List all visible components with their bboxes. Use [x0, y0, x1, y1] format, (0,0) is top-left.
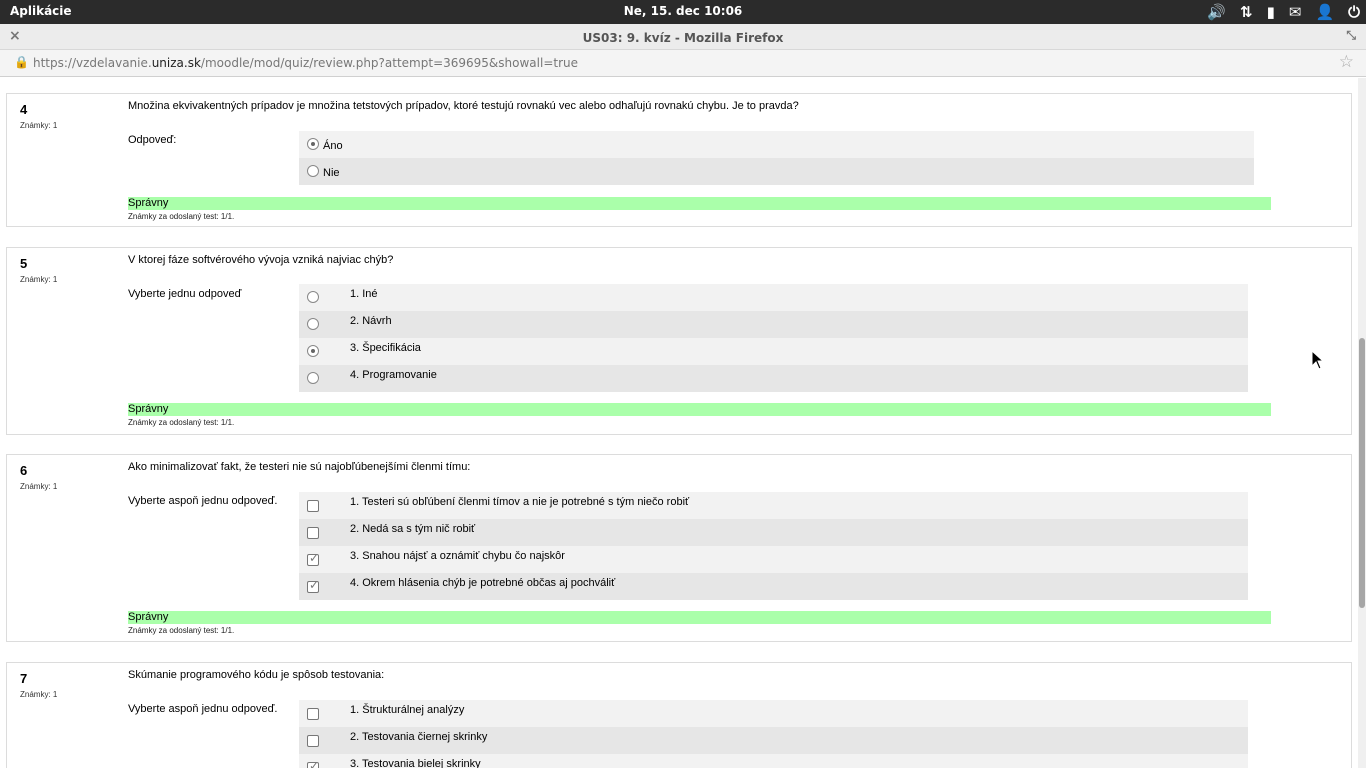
url-text[interactable]: https://vzdelavanie.uniza.sk/moodle/mod/…: [33, 56, 578, 70]
checkbox[interactable]: [307, 735, 319, 747]
checkbox-checked[interactable]: ✓: [307, 578, 320, 593]
answer-prompt: Vyberte jednu odpoveď: [128, 288, 242, 300]
radio-button-checked[interactable]: [307, 138, 319, 150]
option-label: Áno: [323, 140, 343, 152]
radio-button[interactable]: [307, 318, 319, 330]
answer-option[interactable]: 2. Nedá sa s tým nič robiť: [299, 519, 1248, 546]
answer-options: Áno Nie: [299, 131, 1254, 185]
radio-button-checked[interactable]: [307, 345, 319, 357]
clock[interactable]: Ne, 15. dec 10:06: [0, 4, 1366, 18]
question-4: 4 Známky: 1 Množina ekvivakentných prípa…: [6, 93, 1352, 227]
question-number: 6: [20, 463, 28, 478]
checkbox[interactable]: [307, 500, 319, 512]
option-label: 3. Snahou nájsť a oznámiť chybu čo najsk…: [350, 550, 565, 562]
answer-option[interactable]: ✓ 3. Snahou nájsť a oznámiť chybu čo naj…: [299, 546, 1248, 573]
answer-options: 1. Iné 2. Návrh 3. Špecifikácia 4. Progr…: [299, 284, 1248, 392]
url-prefix: https://vzdelavanie.: [33, 56, 152, 70]
grade-text: Známky za odoslaný test: 1/1.: [128, 212, 235, 221]
page-content: 4 Známky: 1 Množina ekvivakentných prípa…: [0, 78, 1358, 768]
restore-icon[interactable]: ⤡: [1346, 28, 1356, 43]
volume-icon[interactable]: 🔊: [1207, 2, 1226, 22]
question-number: 7: [20, 671, 28, 686]
radio-button[interactable]: [307, 372, 319, 384]
answer-option[interactable]: 4. Programovanie: [299, 365, 1248, 392]
answer-option[interactable]: 2. Testovania čiernej skrinky: [299, 727, 1248, 754]
question-marks: Známky: 1: [20, 275, 58, 284]
system-top-bar: Aplikácie Ne, 15. dec 10:06 🔊 ⇅ ▮ ✉ 👤 ⏻: [0, 0, 1366, 24]
lock-icon[interactable]: 🔒: [14, 55, 29, 69]
check-icon: ✓: [309, 551, 320, 565]
checkbox[interactable]: [307, 527, 319, 539]
question-marks: Známky: 1: [20, 121, 58, 130]
answer-prompt: Vyberte aspoň jednu odpoveď.: [128, 703, 278, 715]
checkbox-checked[interactable]: ✓: [307, 759, 320, 768]
result-banner: Správny: [128, 611, 1271, 624]
option-label: 3. Testovania bielej skrinky: [350, 758, 481, 768]
bookmark-star-icon[interactable]: ☆: [1339, 52, 1354, 72]
question-text: Množina ekvivakentných prípadov je množi…: [128, 100, 799, 112]
answer-prompt: Odpoveď:: [128, 134, 177, 146]
window-titlebar: × US03: 9. kvíz - Mozilla Firefox ⤡: [0, 24, 1366, 50]
question-text: Skúmanie programového kódu je spôsob tes…: [128, 669, 385, 681]
answer-option[interactable]: 1. Iné: [299, 284, 1248, 311]
question-marks: Známky: 1: [20, 690, 58, 699]
question-number: 5: [20, 256, 28, 271]
scrollbar-thumb[interactable]: [1359, 338, 1365, 608]
question-number: 4: [20, 102, 28, 117]
option-label: 3. Špecifikácia: [350, 342, 421, 354]
option-label: Nie: [323, 167, 340, 179]
url-path: /moodle/mod/quiz/review.php?attempt=3696…: [200, 56, 579, 70]
checkbox-checked[interactable]: ✓: [307, 551, 320, 566]
option-label: 1. Iné: [350, 288, 378, 300]
question-7: 7 Známky: 1 Skúmanie programového kódu j…: [6, 662, 1352, 768]
option-label: 2. Nedá sa s tým nič robiť: [350, 523, 476, 535]
check-icon: ✓: [309, 578, 320, 592]
grade-text: Známky za odoslaný test: 1/1.: [128, 418, 235, 427]
answer-option[interactable]: 3. Špecifikácia: [299, 338, 1248, 365]
user-icon[interactable]: 👤: [1315, 2, 1334, 22]
answer-option[interactable]: 1. Štrukturálnej analýzy: [299, 700, 1248, 727]
answer-option[interactable]: 1. Testeri sú obľúbení členmi tímov a ni…: [299, 492, 1248, 519]
answer-options: 1. Testeri sú obľúbení členmi tímov a ni…: [299, 492, 1248, 600]
answer-option[interactable]: Nie: [299, 158, 1254, 185]
battery-icon[interactable]: ▮: [1267, 2, 1275, 22]
answer-prompt: Vyberte aspoň jednu odpoveď.: [128, 495, 278, 507]
option-label: 2. Návrh: [350, 315, 392, 327]
mouse-cursor-icon: [1311, 350, 1325, 370]
radio-button[interactable]: [307, 165, 319, 177]
option-label: 1. Štrukturálnej analýzy: [350, 704, 465, 716]
result-banner: Správny: [128, 197, 1271, 210]
address-bar[interactable]: 🔒 https://vzdelavanie.uniza.sk/moodle/mo…: [0, 50, 1366, 77]
power-icon[interactable]: ⏻: [1348, 2, 1360, 22]
option-label: 4. Programovanie: [350, 369, 437, 381]
option-label: 1. Testeri sú obľúbení členmi tímov a ni…: [350, 496, 690, 508]
question-5: 5 Známky: 1 V ktorej fáze softvérového v…: [6, 247, 1352, 435]
answer-option[interactable]: Áno: [299, 131, 1254, 158]
question-6: 6 Známky: 1 Ako minimalizovať fakt, že t…: [6, 454, 1352, 642]
window-title: US03: 9. kvíz - Mozilla Firefox: [582, 31, 784, 45]
question-text: V ktorej fáze softvérového vývoja vzniká…: [128, 254, 394, 266]
question-text: Ako minimalizovať fakt, že testeri nie s…: [128, 461, 471, 473]
option-label: 4. Okrem hlásenia chýb je potrebné občas…: [350, 577, 616, 589]
network-icon[interactable]: ⇅: [1240, 2, 1253, 22]
check-icon: ✓: [309, 759, 320, 768]
option-label: 2. Testovania čiernej skrinky: [350, 731, 488, 743]
result-banner: Správny: [128, 403, 1271, 416]
mail-icon[interactable]: ✉: [1289, 2, 1302, 22]
answer-options: 1. Štrukturálnej analýzy 2. Testovania č…: [299, 700, 1248, 768]
vertical-scrollbar[interactable]: [1358, 78, 1366, 768]
question-marks: Známky: 1: [20, 482, 58, 491]
checkbox[interactable]: [307, 708, 319, 720]
answer-option[interactable]: ✓ 4. Okrem hlásenia chýb je potrebné obč…: [299, 573, 1248, 600]
system-tray: 🔊 ⇅ ▮ ✉ 👤 ⏻: [1207, 2, 1360, 22]
url-domain: uniza.sk: [151, 56, 201, 70]
answer-option[interactable]: ✓ 3. Testovania bielej skrinky: [299, 754, 1248, 768]
radio-button[interactable]: [307, 291, 319, 303]
answer-option[interactable]: 2. Návrh: [299, 311, 1248, 338]
grade-text: Známky za odoslaný test: 1/1.: [128, 626, 235, 635]
